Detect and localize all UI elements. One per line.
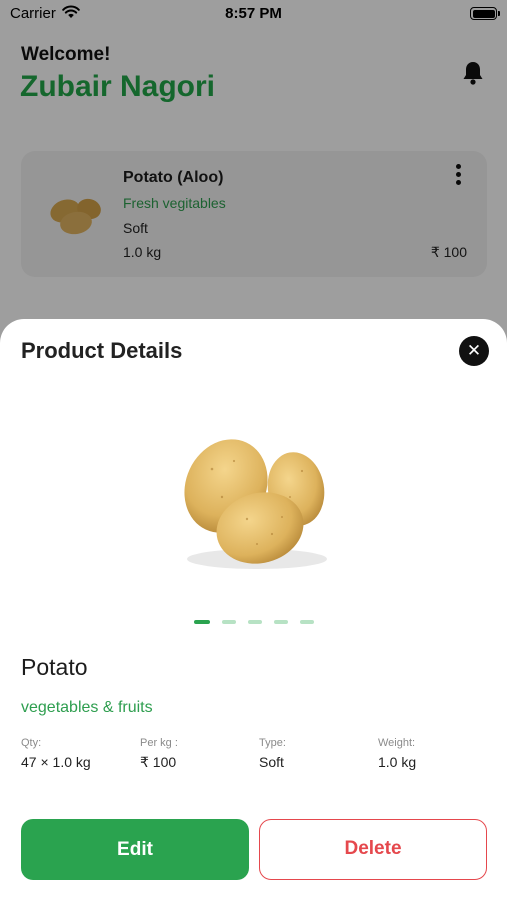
product-image xyxy=(184,439,327,569)
product-name: Potato xyxy=(21,654,88,680)
close-icon: ✕ xyxy=(466,341,482,360)
product-category: vegetables & fruits xyxy=(21,699,153,716)
carousel-dot[interactable] xyxy=(193,620,210,624)
type-value: Soft xyxy=(259,754,284,770)
close-button[interactable]: ✕ xyxy=(459,336,489,366)
delete-button[interactable]: Delete xyxy=(259,819,487,880)
type-label: Type: xyxy=(259,737,286,749)
edit-button[interactable]: Edit xyxy=(21,819,249,880)
sheet-title: Product Details xyxy=(21,338,183,363)
qty-value: 47 × 1.0 kg xyxy=(21,754,91,770)
carousel-dot[interactable] xyxy=(221,620,236,624)
carousel-dot[interactable] xyxy=(247,620,262,624)
per-kg-label: Per kg : xyxy=(140,737,178,749)
qty-label: Qty: xyxy=(21,737,42,749)
carousel-dot[interactable] xyxy=(273,620,288,624)
weight-label: Weight: xyxy=(378,737,416,749)
weight-value: 1.0 kg xyxy=(378,754,417,770)
product-details-sheet: Product Details ✕ Potato vegetables & fr… xyxy=(0,319,507,900)
carousel-dot[interactable] xyxy=(299,620,314,624)
per-kg-value: ₹ 100 xyxy=(140,754,177,770)
image-carousel-indicator xyxy=(0,620,507,626)
